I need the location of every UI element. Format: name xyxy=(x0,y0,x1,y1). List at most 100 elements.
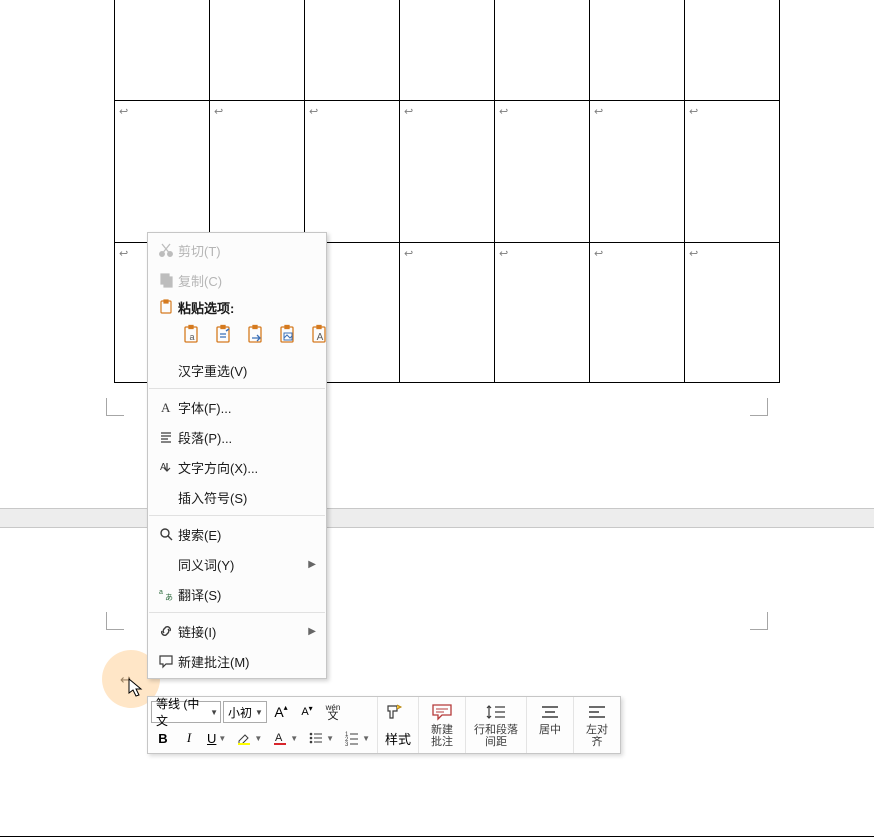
paragraph-mark: ↩ xyxy=(120,672,131,688)
menu-font[interactable]: A 字体(F)... xyxy=(148,392,326,422)
menu-search[interactable]: 搜索(E) xyxy=(148,519,326,549)
table-cell[interactable]: ↩ xyxy=(400,242,495,382)
highlight-icon xyxy=(236,730,252,746)
table-cell[interactable] xyxy=(210,0,305,100)
menu-paragraph[interactable]: 段落(P)... xyxy=(148,422,326,452)
paste-as-link-button[interactable] xyxy=(244,321,268,349)
table-cell[interactable]: ↩ xyxy=(495,242,590,382)
underline-button[interactable]: U▼ xyxy=(203,726,230,750)
paragraph-mark: ↩ xyxy=(594,106,603,118)
new-comment-button[interactable]: 新建批注 xyxy=(422,699,462,751)
letter-a-large: A xyxy=(274,704,283,720)
shrink-font-button[interactable]: A▾ xyxy=(295,700,319,724)
line-spacing-button[interactable]: 行和段落间距 xyxy=(469,699,523,751)
menu-label: 搜索(E) xyxy=(178,525,316,544)
document-page-1[interactable]: ↩ ↩ ↩ ↩ ↩ ↩ ↩ ↩ ↩ ↩ ↩ ↩ ↩ ↩ xyxy=(0,0,874,505)
table-cell[interactable]: ↩ xyxy=(590,100,685,242)
menu-separator xyxy=(149,612,325,613)
font-size-combo[interactable]: 小初▼ xyxy=(223,701,267,723)
chevron-down-icon: ▼ xyxy=(210,708,218,717)
menu-label: 粘贴选项: xyxy=(178,298,316,317)
clipboard-icon xyxy=(154,299,178,315)
table-cell[interactable]: ↩ xyxy=(685,242,780,382)
menu-translate[interactable]: aあ 翻译(S) xyxy=(148,579,326,609)
mini-comment-group: 新建批注 xyxy=(419,697,466,753)
paste-text-only-button[interactable]: A xyxy=(308,321,332,349)
svg-text:A: A xyxy=(275,732,283,744)
label-line: 新建 xyxy=(431,724,453,736)
table-cell[interactable]: ↩ xyxy=(685,100,780,242)
page-corner-mark xyxy=(742,398,768,424)
page-corner-mark xyxy=(106,604,132,630)
label-line: 居中 xyxy=(539,724,561,736)
styles-button[interactable]: 样式 xyxy=(381,726,415,750)
phonetic-guide-button[interactable]: wén 文 xyxy=(321,700,345,724)
document-page-2[interactable] xyxy=(0,528,874,838)
chevron-down-icon: ▼ xyxy=(290,734,298,743)
paste-merge-button[interactable] xyxy=(212,321,236,349)
translate-icon: aあ xyxy=(154,586,178,602)
paragraph-mark: ↩ xyxy=(214,106,223,118)
chevron-down-icon: ▼ xyxy=(362,734,370,743)
bold-label: B xyxy=(158,731,167,746)
table-cell[interactable] xyxy=(305,0,400,100)
menu-reselect-hanzi[interactable]: 汉字重选(V) xyxy=(148,355,326,385)
table-cell[interactable] xyxy=(590,0,685,100)
paragraph-mark: ↩ xyxy=(689,248,698,260)
paragraph-mark: ↩ xyxy=(119,248,128,260)
label-line: 左对 xyxy=(586,724,608,736)
table-cell[interactable] xyxy=(400,0,495,100)
page-corner-mark xyxy=(106,398,132,424)
label-line: 批注 xyxy=(431,736,453,748)
bullets-icon xyxy=(308,730,324,746)
menu-label: 汉字重选(V) xyxy=(178,361,316,380)
menu-new-comment[interactable]: 新建批注(M) xyxy=(148,646,326,676)
svg-text:あ: あ xyxy=(165,593,173,602)
styles-label: 样式 xyxy=(385,729,411,748)
menu-paste-header: 粘贴选项: xyxy=(148,295,326,319)
chevron-down-icon: ▼ xyxy=(218,734,226,743)
menu-copy[interactable]: 复制(C) xyxy=(148,265,326,295)
table-cell[interactable]: ↩ xyxy=(115,100,210,242)
numbering-button[interactable]: 123▼ xyxy=(340,726,374,750)
table-cell[interactable] xyxy=(495,0,590,100)
menu-label: 插入符号(S) xyxy=(178,488,316,507)
table-cell[interactable]: ↩ xyxy=(210,100,305,242)
align-center-button[interactable]: 居中 xyxy=(530,699,570,739)
table-cell[interactable] xyxy=(115,0,210,100)
link-icon xyxy=(154,623,178,639)
italic-button[interactable]: I xyxy=(177,726,201,750)
table-cell[interactable] xyxy=(685,0,780,100)
font-color-button[interactable]: A▼ xyxy=(268,726,302,750)
format-painter-button[interactable] xyxy=(381,700,407,724)
menu-insert-symbol[interactable]: 插入符号(S) xyxy=(148,482,326,512)
menu-cut[interactable]: 剪切(T) xyxy=(148,235,326,265)
bullets-button[interactable]: ▼ xyxy=(304,726,338,750)
mini-toolbar: 等线 (中文▼ 小初▼ A▴ A▾ wén 文 B I U▼ ▼ xyxy=(147,696,621,754)
grow-font-button[interactable]: A▴ xyxy=(269,700,293,724)
table-cell[interactable]: ↩ xyxy=(400,100,495,242)
menu-synonyms[interactable]: 同义词(Y) ▶ xyxy=(148,549,326,579)
font-name-combo[interactable]: 等线 (中文▼ xyxy=(151,701,221,723)
menu-link[interactable]: 链接(I) ▶ xyxy=(148,616,326,646)
font-size-value: 小初 xyxy=(228,704,252,721)
svg-text:A: A xyxy=(161,400,171,415)
mini-styles-group: 样式 xyxy=(378,697,419,753)
paragraph-icon xyxy=(154,429,178,445)
table-cell[interactable]: ↩ xyxy=(590,242,685,382)
table-cell[interactable]: ↩ xyxy=(495,100,590,242)
bold-button[interactable]: B xyxy=(151,726,175,750)
format-painter-icon xyxy=(385,703,403,721)
copy-icon xyxy=(154,272,178,288)
svg-text:3: 3 xyxy=(345,742,349,746)
table-cell[interactable]: ↩ xyxy=(305,100,400,242)
highlight-button[interactable]: ▼ xyxy=(232,726,266,750)
align-left-button[interactable]: 左对齐 xyxy=(577,699,617,751)
paste-picture-button[interactable] xyxy=(276,321,300,349)
svg-text:a: a xyxy=(189,332,194,342)
align-center-icon xyxy=(539,702,561,722)
paste-keep-source-button[interactable]: a xyxy=(180,321,204,349)
paragraph-mark: ↩ xyxy=(119,106,128,118)
menu-text-direction[interactable]: A 文字方向(X)... xyxy=(148,452,326,482)
page-corner-mark xyxy=(742,604,768,630)
